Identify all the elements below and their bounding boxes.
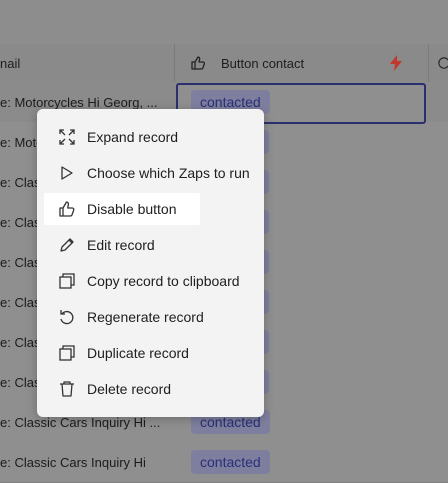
menu-item-edit-record[interactable]: Edit record — [44, 229, 257, 261]
menu-item-label: Edit record — [87, 237, 155, 253]
menu-item-label: Regenerate record — [87, 309, 204, 325]
thumbs-up-icon — [190, 44, 210, 82]
email-cell[interactable]: e: Classic Cars Inquiry Hi — [0, 442, 170, 482]
clock-icon — [438, 44, 448, 82]
email-column-label: nail — [0, 55, 21, 71]
table-row[interactable]: e: Classic Cars Inquiry Hi contacted — [0, 442, 448, 483]
menu-item-disable-button[interactable]: Disable button — [44, 193, 200, 225]
menu-item-label: Duplicate record — [87, 345, 189, 361]
menu-item-expand-record[interactable]: Expand record — [44, 121, 257, 153]
pencil-icon — [56, 234, 78, 256]
button-contact-column-label: Button contact — [221, 55, 305, 71]
thumbs-up-icon — [56, 198, 78, 220]
menu-item-label: Delete record — [87, 381, 172, 397]
menu-item-label: Expand record — [87, 129, 179, 145]
trash-icon — [56, 378, 78, 400]
menu-item-label: Choose which Zaps to run — [87, 165, 250, 181]
top-bar — [0, 0, 448, 44]
menu-item-label: Copy record to clipboard — [87, 273, 240, 289]
copy-icon — [56, 270, 78, 292]
context-menu: Expand record Choose which Zaps to run D… — [37, 109, 264, 417]
status-badge: contacted — [191, 450, 270, 474]
regenerate-icon — [56, 306, 78, 328]
menu-item-choose-zaps[interactable]: Choose which Zaps to run — [44, 157, 257, 189]
menu-item-copy-record[interactable]: Copy record to clipboard — [44, 265, 257, 297]
bolt-icon — [389, 44, 405, 82]
menu-item-regenerate-record[interactable]: Regenerate record — [44, 301, 257, 333]
play-icon — [56, 162, 78, 184]
expand-icon — [56, 126, 78, 148]
menu-item-label: Disable button — [87, 201, 177, 217]
table-header: nail Button contact — [0, 44, 448, 83]
button-contact-column-header[interactable]: Button contact — [221, 44, 381, 82]
menu-item-duplicate-record[interactable]: Duplicate record — [44, 337, 257, 369]
duplicate-icon — [56, 342, 78, 364]
menu-item-delete-record[interactable]: Delete record — [44, 373, 257, 405]
email-column-header[interactable]: nail — [0, 44, 170, 82]
